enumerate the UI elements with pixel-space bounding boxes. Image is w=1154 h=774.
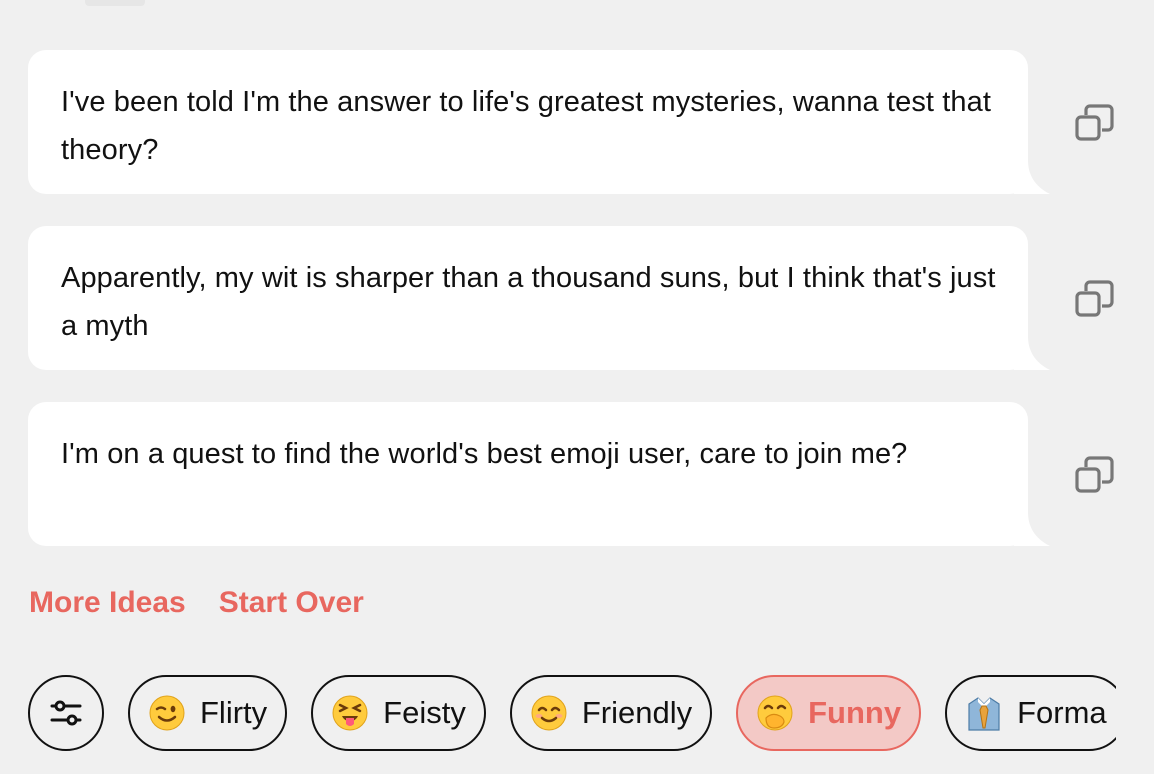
tone-chip-label: Feisty xyxy=(383,695,466,730)
scroll-edge-stub xyxy=(85,0,145,6)
bubble-tail xyxy=(1014,512,1050,546)
suggestion-item[interactable]: I'm on a quest to find the world's best … xyxy=(28,402,1128,546)
copy-icon xyxy=(1075,104,1114,141)
suggestion-text: Apparently, my wit is sharper than a tho… xyxy=(61,262,996,342)
bubble-tail xyxy=(1014,336,1050,370)
tone-chip-label: Friendly xyxy=(581,695,693,730)
start-over-link[interactable]: Start Over xyxy=(219,584,364,624)
tone-chip-label: Flirty xyxy=(200,695,268,730)
tone-chip-flirty[interactable]: Flirty xyxy=(128,675,288,751)
ai-reply-suggestions-panel: I've been told I'm the answer to life's … xyxy=(0,0,1154,774)
tone-chip-friendly[interactable]: Friendly xyxy=(509,675,713,751)
action-links: More Ideas Start Over xyxy=(29,584,397,624)
copy-button[interactable] xyxy=(1072,98,1120,146)
tone-chip-funny[interactable]: Funny xyxy=(736,675,922,751)
necktie-shirt-icon xyxy=(965,694,1003,732)
sliders-icon xyxy=(50,700,82,726)
tone-chip-label: Forma xyxy=(1017,695,1107,730)
tone-selector: Flirty Feisty Friendly Funny Forma xyxy=(28,674,1116,752)
squinting-tongue-face-icon xyxy=(331,694,369,732)
smiling-face-icon xyxy=(530,694,568,732)
suggestion-text: I've been told I'm the answer to life's … xyxy=(61,86,992,166)
bubble-tail xyxy=(1014,160,1050,194)
tone-chip-formal[interactable]: Forma xyxy=(945,675,1116,751)
copy-icon xyxy=(1075,456,1114,493)
tone-chip-label: Funny xyxy=(808,695,902,730)
suggestion-text: I'm on a quest to find the world's best … xyxy=(61,438,908,470)
copy-button[interactable] xyxy=(1072,274,1120,322)
copy-icon xyxy=(1075,280,1114,317)
winking-face-icon xyxy=(148,694,186,732)
tone-chip-feisty[interactable]: Feisty xyxy=(311,675,486,751)
suggestion-item[interactable]: I've been told I'm the answer to life's … xyxy=(28,50,1128,194)
more-ideas-link[interactable]: More Ideas xyxy=(29,584,186,624)
tone-settings-button[interactable] xyxy=(28,675,104,751)
face-with-hand-over-mouth-icon xyxy=(756,694,794,732)
copy-button[interactable] xyxy=(1072,450,1120,498)
suggestion-item[interactable]: Apparently, my wit is sharper than a tho… xyxy=(28,226,1128,370)
